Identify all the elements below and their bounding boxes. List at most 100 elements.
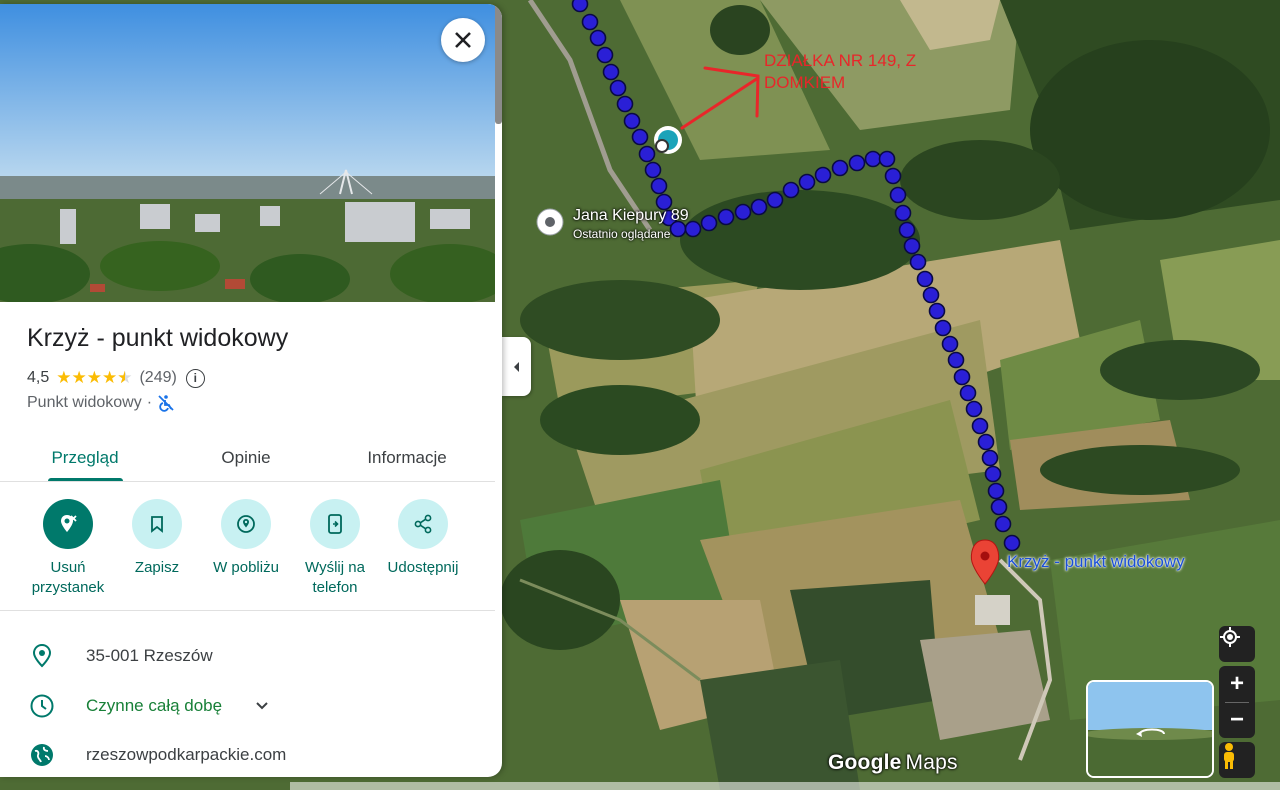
route-dot (602, 63, 620, 81)
save-label: Zapisz (134, 559, 180, 576)
category-label[interactable]: Punkt widokowy (27, 394, 142, 412)
nearby-circle (221, 499, 271, 549)
route-dot (831, 159, 849, 177)
route-dot (984, 465, 1002, 483)
route-dot (848, 154, 866, 172)
share-label: Udostępnij (387, 559, 459, 576)
route-dot (977, 433, 995, 451)
annotation-line-1: DZIAŁKA NR 149, Z (764, 51, 917, 70)
route-dot (928, 302, 946, 320)
close-button[interactable] (441, 18, 485, 62)
route-dot (589, 29, 607, 47)
route-dot (934, 319, 952, 337)
route-dot (994, 515, 1012, 533)
route-dot (965, 400, 983, 418)
half-star-icon: ★ (117, 368, 132, 388)
save-button[interactable]: Zapisz (112, 499, 202, 578)
route-dot (971, 417, 989, 435)
maps-wordmark: Maps (905, 751, 958, 774)
zoom-in-button[interactable]: + (1219, 666, 1255, 702)
route-dot (922, 286, 940, 304)
review-count-link[interactable]: (249) (139, 369, 176, 387)
section-divider (0, 610, 495, 611)
send-to-phone-icon (328, 514, 342, 534)
tab-bar: Przegląd Opinie Informacje (0, 434, 495, 482)
full-stars: ★★★★ (56, 368, 118, 387)
website-link[interactable]: rzeszowpodkarpackie.com (86, 745, 286, 765)
route-dot (616, 95, 634, 113)
place-photo[interactable] (0, 4, 495, 302)
panel-scrollbar[interactable] (495, 4, 502, 124)
route-dot (947, 351, 965, 369)
remove-stop-button[interactable]: Usuń przystanek (23, 499, 113, 598)
route-dot (953, 368, 971, 386)
not-wheelchair-accessible-icon[interactable] (157, 394, 175, 412)
share-icon (414, 514, 432, 534)
street-view-thumbnail[interactable] (1086, 680, 1214, 778)
rating-value: 4,5 (27, 369, 50, 386)
website-row[interactable]: rzeszowpodkarpackie.com (0, 735, 495, 775)
action-buttons: Usuń przystanek Zapisz W pobliżu Wyślij … (0, 499, 495, 609)
chevron-down-icon[interactable] (255, 698, 269, 712)
my-location-button[interactable] (1219, 626, 1255, 662)
route-dot (571, 0, 589, 13)
route-dot (581, 13, 599, 31)
crosshair-icon (1220, 627, 1240, 647)
zoom-out-button[interactable]: − (1219, 702, 1255, 738)
bookmark-icon (151, 516, 163, 533)
route-dot (638, 145, 656, 163)
route-dot (889, 186, 907, 204)
route-dot (1003, 534, 1021, 552)
tab-przeglad[interactable]: Przegląd (35, 434, 135, 482)
route-dot (798, 173, 816, 191)
collapse-panel-button[interactable] (502, 337, 531, 396)
route-dot (609, 79, 627, 97)
address-text: 35-001 Rzeszów (86, 646, 213, 665)
nearby-button[interactable]: W pobliżu (201, 499, 291, 578)
pegman-icon (1224, 743, 1234, 769)
route-dot (959, 384, 977, 402)
clock-icon (28, 692, 56, 720)
route-dot (766, 191, 784, 209)
globe-icon (28, 741, 56, 769)
route-dot (644, 161, 662, 179)
route-dot (990, 498, 1008, 516)
destination-pin-label[interactable]: Krzyż - punkt widokowy (1007, 552, 1185, 572)
separator-dot: · (146, 394, 153, 411)
rating-stars: ★★★★★ (56, 368, 132, 388)
route-dot (878, 150, 896, 168)
remove-stop-label: Usuń przystanek (31, 559, 105, 596)
place-title: Krzyż - punkt widokowy (27, 324, 289, 352)
send-to-phone-button[interactable]: Wyślij na telefon (290, 499, 380, 598)
send-to-phone-label: Wyślij na telefon (305, 559, 365, 596)
route-dot (941, 335, 959, 353)
route-dot (623, 112, 641, 130)
route-dot (700, 214, 718, 232)
hours-row[interactable]: Czynne całą dobę (0, 686, 495, 726)
address-row[interactable]: 35-001 Rzeszów (0, 636, 495, 676)
route-dot (864, 150, 882, 168)
route-dot (782, 181, 800, 199)
info-icon[interactable]: i (185, 368, 205, 388)
nearby-icon (237, 515, 255, 533)
recent-place-title[interactable]: Jana Kiepury 89 (573, 207, 689, 225)
plot-annotation: DZIAŁKA NR 149, Z DOMKIEM (764, 50, 916, 94)
google-wordmark: Google (828, 751, 902, 774)
route-dot (894, 204, 912, 222)
route-dot (717, 208, 735, 226)
route-dot (884, 167, 902, 185)
close-icon (455, 32, 471, 48)
route-dot (903, 237, 921, 255)
route-dot (898, 221, 916, 239)
pegman-button[interactable] (1219, 742, 1255, 778)
route-dot (909, 253, 927, 271)
google-maps-logo: Google Maps (828, 751, 958, 775)
tab-informacje[interactable]: Informacje (352, 434, 462, 482)
place-details-panel: Krzyż - punkt widokowy 4,5 ★★★★★ (249) i… (0, 4, 502, 777)
tab-opinie[interactable]: Opinie (196, 434, 296, 482)
remove-stop-icon (61, 515, 77, 532)
route-dot (631, 128, 649, 146)
route-dot (814, 166, 832, 184)
route-dot (916, 270, 934, 288)
share-button[interactable]: Udostępnij (378, 499, 468, 578)
